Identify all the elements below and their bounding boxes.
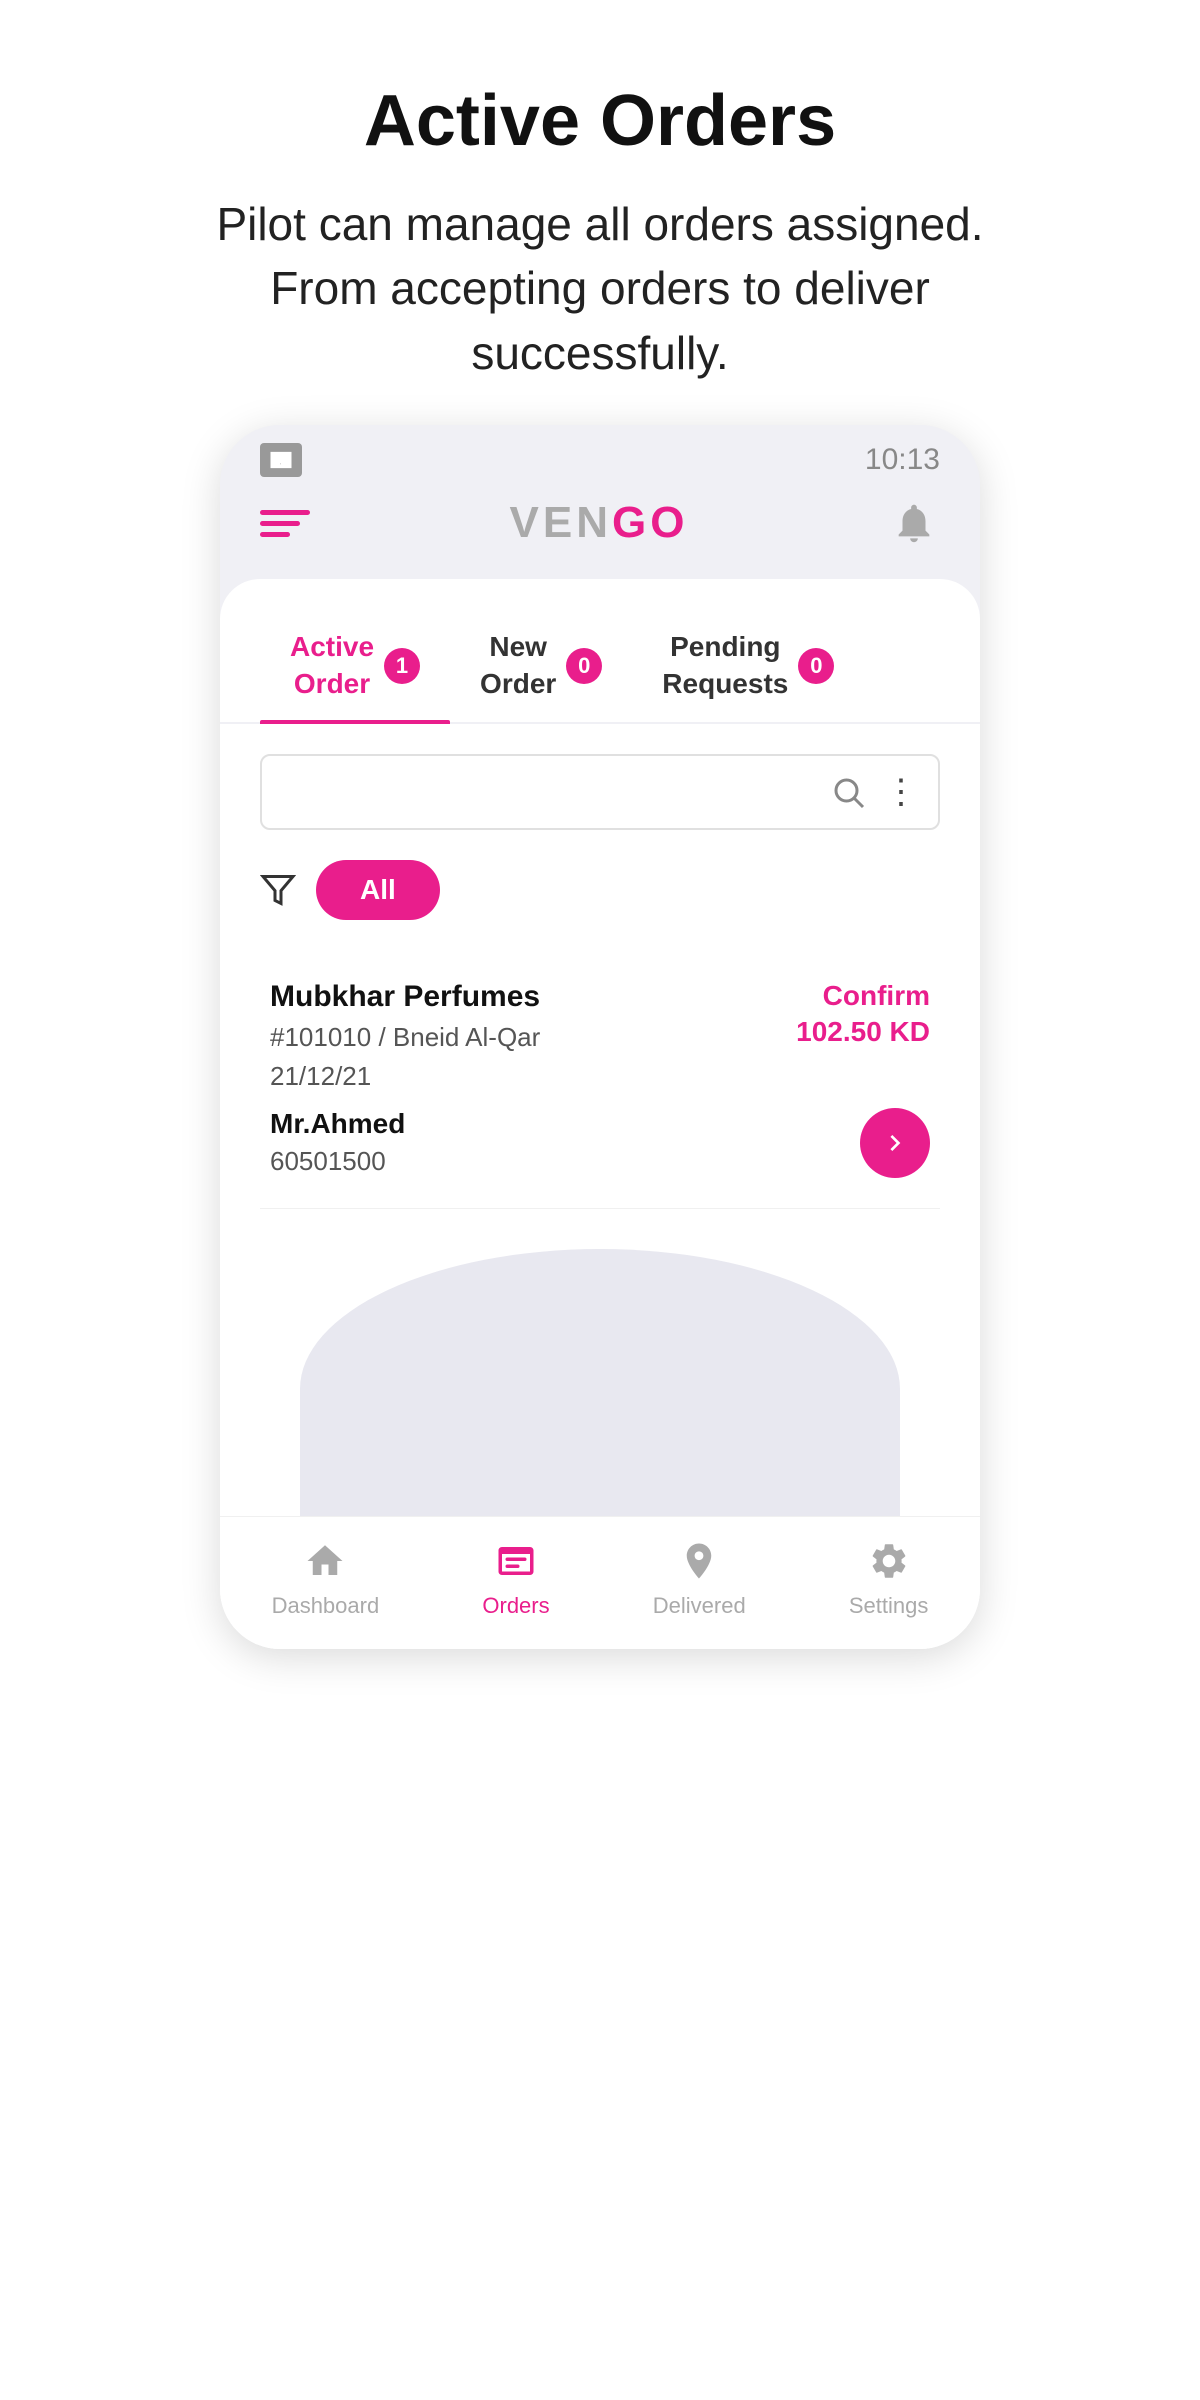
status-time: 10:13 [865, 443, 940, 477]
nav-settings-label: Settings [849, 1593, 929, 1619]
tab-active-order-line1: Active [290, 629, 374, 665]
promo-section: Active Orders Pilot can manage all order… [0, 0, 1200, 425]
order-info: Mubkhar Perfumes #101010 / Bneid Al-Qar … [270, 980, 540, 1092]
customer-row: Mr.Ahmed 60501500 [270, 1108, 930, 1178]
notification-bell[interactable] [888, 497, 940, 549]
content-area: Active Order 1 New Order 0 Pending Reque… [220, 579, 980, 1649]
tab-active-order-badge: 1 [384, 648, 420, 684]
tab-new-order-line2: Order [480, 666, 556, 702]
order-status-label: Confirm [823, 980, 930, 1012]
order-card-inner: Mubkhar Perfumes #101010 / Bneid Al-Qar … [270, 980, 930, 1092]
nav-dashboard-label: Dashboard [272, 1593, 380, 1619]
home-icon [304, 1540, 346, 1582]
filter-icon[interactable] [260, 872, 296, 908]
tab-pending-requests-badge: 0 [798, 648, 834, 684]
search-bar: ⋮ [260, 754, 940, 830]
delivered-icon [678, 1540, 720, 1582]
promo-description: Pilot can manage all orders assigned. Fr… [200, 192, 1000, 385]
nav-delivered-label: Delivered [653, 1593, 746, 1619]
customer-name: Mr.Ahmed [270, 1108, 405, 1140]
filter-all-button[interactable]: All [316, 860, 440, 920]
more-options-icon[interactable]: ⋮ [884, 775, 918, 809]
nav-delivered[interactable]: Delivered [653, 1537, 746, 1619]
order-id: #101010 / Bneid Al-Qar [270, 1022, 540, 1053]
tab-pending-requests-line2: Requests [662, 666, 788, 702]
hamburger-menu[interactable] [260, 510, 310, 537]
blob-shape [300, 1249, 900, 1529]
settings-icon [868, 1540, 910, 1582]
order-date: 21/12/21 [270, 1061, 540, 1092]
nav-dashboard[interactable]: Dashboard [272, 1537, 380, 1619]
filter-row: All [220, 850, 980, 940]
tab-active-order[interactable]: Active Order 1 [260, 609, 450, 722]
order-action: Confirm 102.50 KD [796, 980, 930, 1048]
bottom-nav: Dashboard Orders Deliv [220, 1516, 980, 1649]
search-icon [830, 774, 866, 810]
tab-pending-requests-line1: Pending [662, 629, 788, 665]
search-input[interactable] [282, 776, 830, 807]
order-card: Mubkhar Perfumes #101010 / Bneid Al-Qar … [260, 950, 940, 1209]
nav-orders[interactable]: Orders [482, 1537, 549, 1619]
status-image-icon [260, 443, 302, 477]
blob-area [220, 1229, 980, 1529]
orders-icon [495, 1540, 537, 1582]
tabs-container: Active Order 1 New Order 0 Pending Reque… [220, 579, 980, 724]
status-bar: 10:13 [220, 425, 980, 487]
app-header: VENGO [220, 487, 980, 579]
customer-info: Mr.Ahmed 60501500 [270, 1108, 405, 1177]
customer-phone: 60501500 [270, 1146, 405, 1177]
tab-active-order-line2: Order [290, 666, 374, 702]
tab-pending-requests[interactable]: Pending Requests 0 [632, 609, 864, 722]
nav-orders-label: Orders [482, 1593, 549, 1619]
order-shop-name: Mubkhar Perfumes [270, 980, 540, 1014]
phone-frame: 10:13 VENGO Active Order 1 [220, 425, 980, 1649]
order-amount: 102.50 KD [796, 1016, 930, 1048]
nav-settings[interactable]: Settings [849, 1537, 929, 1619]
order-detail-button[interactable] [860, 1108, 930, 1178]
tab-new-order[interactable]: New Order 0 [450, 609, 632, 722]
tab-new-order-badge: 0 [566, 648, 602, 684]
promo-title: Active Orders [364, 80, 836, 162]
app-logo: VENGO [510, 498, 689, 548]
tab-new-order-line1: New [480, 629, 556, 665]
